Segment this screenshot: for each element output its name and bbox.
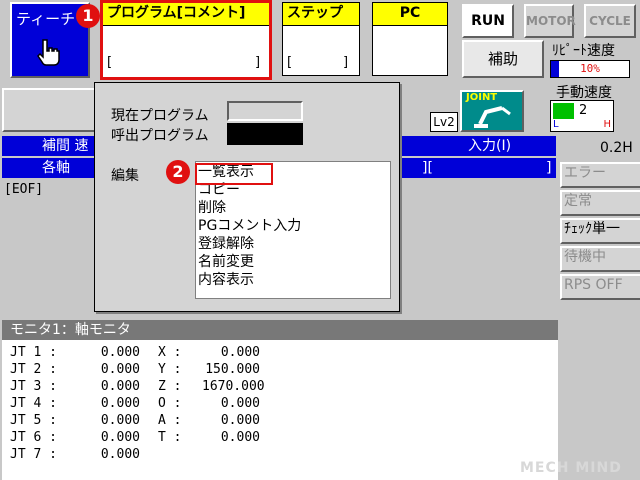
monitor-jv: 0.000 [100,447,140,462]
axis-bar-bracket: ][ [422,160,433,176]
step-header-title: ステップ [283,3,359,26]
cycle-button[interactable]: CYCLE [584,4,636,38]
step-marker-2: 2 [166,160,190,184]
pc-header-title: PC [373,3,447,26]
program-bracket-close: ] [255,55,261,70]
level-badge: Lv2 [430,112,458,132]
monitor-av: 150.000 [205,362,260,377]
joint-button[interactable]: JOINT [460,90,524,132]
manual-speed-label: 手動速度 [556,85,612,101]
motor-button[interactable]: MOTOR [524,4,576,38]
monitor-axis: X : [158,345,182,360]
current-program-label: 現在プログラム [111,108,209,124]
monitor-jt: JT 3 : [10,379,57,394]
status-button[interactable]: エラー [560,162,640,188]
input-label: 入力(I) [468,138,512,154]
monitor-jv: 0.000 [100,430,140,445]
monitor-av: 0.000 [220,413,260,428]
repeat-speed-value: 10% [580,62,600,75]
status-buttons: エラー 定常 ﾁｪｯｸ単一 待機中 RPS OFF [560,162,640,302]
status-button[interactable]: 待機中 [560,246,640,272]
monitor-row: JT 4 : 0.000 O : 0.000 [2,395,558,412]
monitor-axis: Z : [158,379,182,394]
call-program-label: 呼出プログラム [111,128,209,144]
step-bracket-close: ] [343,55,349,70]
joint-button-label: JOINT [466,92,498,103]
monitor-av: 0.000 [220,345,260,360]
program-bracket-open: [ [107,55,113,70]
step-bracket-open: [ [287,55,293,70]
edit-menu-item[interactable]: 名前変更 [196,253,390,271]
level-badge-label: Lv2 [433,115,455,129]
axis-bar-end: ] [546,160,552,176]
status-button[interactable]: ﾁｪｯｸ単一 [560,218,640,244]
monitor-row: JT 3 : 0.000 Z : 1670.000 [2,378,558,395]
monitor-jv: 0.000 [100,379,140,394]
aux-button[interactable]: 補助 [462,40,544,78]
run-button-label: RUN [471,13,505,29]
manual-speed-bar[interactable]: 2 L H [550,100,614,132]
monitor-jt: JT 5 : [10,413,57,428]
monitor-jv: 0.000 [100,362,140,377]
monitor-jv: 0.000 [100,413,140,428]
motor-button-label: MOTOR [526,14,576,28]
edit-menu-item[interactable]: PGコメント入力 [196,217,390,235]
hand-pointer-icon [37,39,60,66]
program-header-title: プログラム[コメント] [103,3,269,26]
status-button[interactable]: 定常 [560,190,640,216]
manual-speed-value: 2 [579,103,588,118]
edit-menu-item[interactable]: 内容表示 [196,271,390,289]
repeat-speed-label: ﾘﾋﾟｰﾄ速度 [552,43,615,59]
repeat-speed-bar[interactable]: 10% [550,60,630,78]
current-program-field [227,101,303,121]
monitor-row: JT 6 : 0.000 T : 0.000 [2,429,558,446]
step-header[interactable]: ステップ [ ] [282,2,360,76]
monitor-title: モニタ1：軸モニタ [10,322,131,338]
run-button[interactable]: RUN [462,4,514,38]
program-header[interactable]: プログラム[コメント] [ ] [100,0,272,80]
watermark: MECH MIND [520,460,622,476]
monitor-jv: 0.000 [100,345,140,360]
monitor-row: JT 7 : 0.000 [2,446,558,463]
axis-monitor: JT 1 : 0.000 X : 0.000 JT 2 : 0.000 Y : 150.000… [2,340,558,480]
manual-speed-fill [553,103,574,119]
eof-marker: [EOF] [4,182,44,197]
monitor-jt: JT 6 : [10,430,57,445]
manual-speed-low: L [553,119,559,130]
monitor-av: 1670.000 [202,379,265,394]
aux-button-label: 補助 [487,50,518,68]
status-button[interactable]: RPS OFF [560,274,640,300]
monitor-jt: JT 1 : [10,345,57,360]
monitor-row: JT 5 : 0.000 A : 0.000 [2,412,558,429]
call-program-field[interactable] [227,123,303,145]
robot-arm-icon [474,106,511,128]
monitor-av: 0.000 [220,430,260,445]
cycle-time-value: 0.2H [600,140,633,156]
monitor-axis: O : [158,396,182,411]
monitor-row: JT 1 : 0.000 X : 0.000 [2,344,558,361]
cycle-button-label: CYCLE [589,14,631,28]
edit-menu-item[interactable]: 削除 [196,199,390,217]
axis-bar-label: 各軸 [42,160,70,176]
monitor-title-bar: モニタ1：軸モニタ [2,320,558,340]
monitor-av: 0.000 [220,396,260,411]
monitor-row: JT 2 : 0.000 Y : 150.000 [2,361,558,378]
monitor-jt: JT 2 : [10,362,57,377]
program-popup: 現在プログラム 呼出プログラム 編集 一覧表示 コピー 削除 PGコメント入力 登録解除… [94,82,400,312]
pc-header[interactable]: PC [372,2,448,76]
menu-highlight [195,163,273,185]
monitor-axis: A : [158,413,182,428]
interp-bar-label: 補間 速 [42,138,89,154]
monitor-axis: T : [158,430,182,445]
monitor-axis: Y : [158,362,182,377]
info-panel [2,88,98,132]
step-marker-1: 1 [76,4,100,28]
edit-menu-item[interactable]: 登録解除 [196,235,390,253]
monitor-jv: 0.000 [100,396,140,411]
monitor-jt: JT 7 : [10,447,57,462]
monitor-jt: JT 4 : [10,396,57,411]
edit-label: 編集 [111,168,139,184]
manual-speed-high: H [603,119,611,130]
